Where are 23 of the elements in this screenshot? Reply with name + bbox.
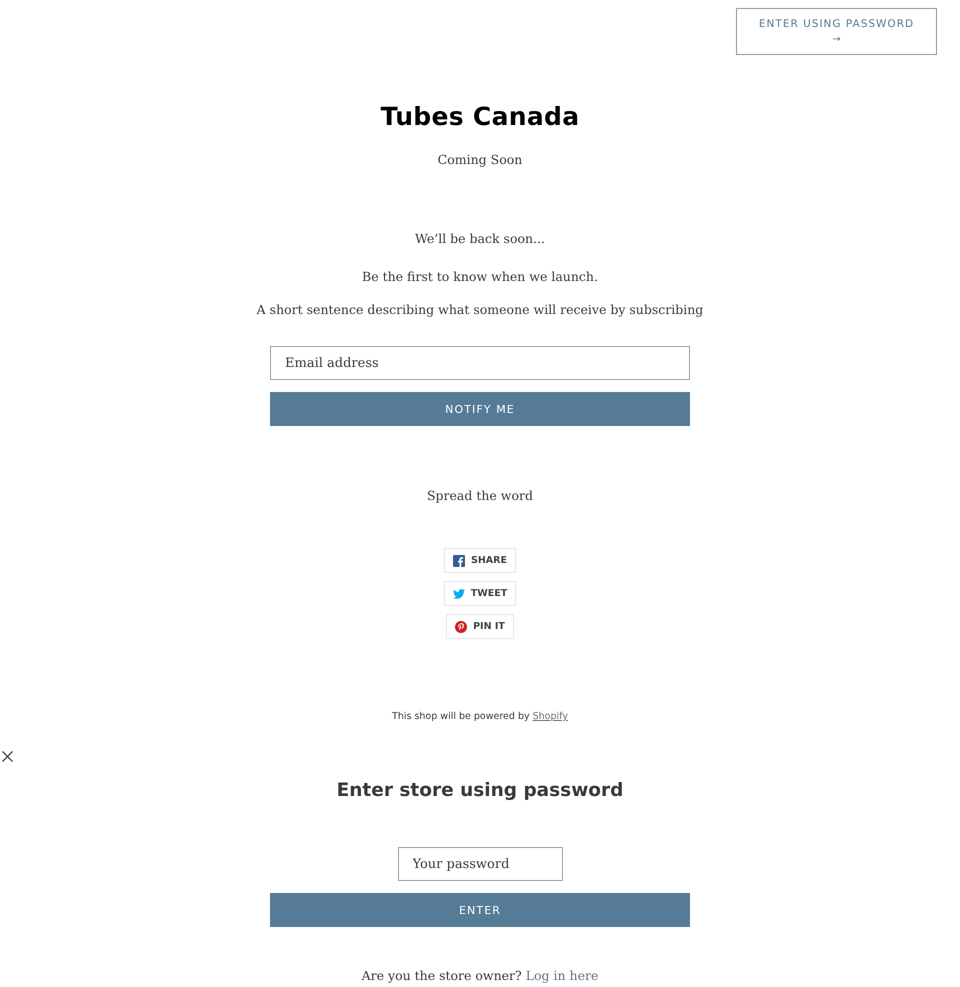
enter-using-password-button[interactable]: ENTER USING PASSWORD →: [736, 8, 937, 55]
close-icon[interactable]: [2, 751, 13, 762]
tagline-text: Coming Soon: [438, 151, 522, 169]
newsletter-subheading: Be the first to know when we launch.: [362, 268, 598, 286]
facebook-icon: [453, 554, 466, 566]
store-owner-text: Are you the store owner? Log in here: [362, 967, 598, 985]
newsletter-heading: We’ll be back soon...: [415, 230, 545, 248]
twitter-share-button[interactable]: TWEET: [444, 581, 516, 606]
email-field[interactable]: Email address: [270, 346, 690, 380]
pin-icon: [455, 620, 468, 632]
shopify-link[interactable]: Shopify: [532, 711, 568, 722]
log-in-link[interactable]: Log in here: [526, 968, 598, 983]
enter-button[interactable]: ENTER: [270, 893, 690, 927]
password-modal-title: Enter store using password: [336, 779, 624, 803]
facebook-share-button[interactable]: SHARE: [444, 548, 516, 573]
store-title: Tubes Canada: [380, 101, 580, 133]
share-heading: Spread the word: [426, 487, 533, 505]
pinterest-share-button[interactable]: PIN IT: [446, 614, 514, 639]
bird-icon: [452, 588, 465, 600]
password-field[interactable]: Your password: [398, 847, 562, 881]
notify-me-button[interactable]: NOTIFY ME: [270, 392, 690, 426]
powered-by-text: This shop will be powered by Shopify: [392, 710, 568, 724]
newsletter-description: A short sentence describing what someone will receive by subscribing: [256, 301, 704, 319]
